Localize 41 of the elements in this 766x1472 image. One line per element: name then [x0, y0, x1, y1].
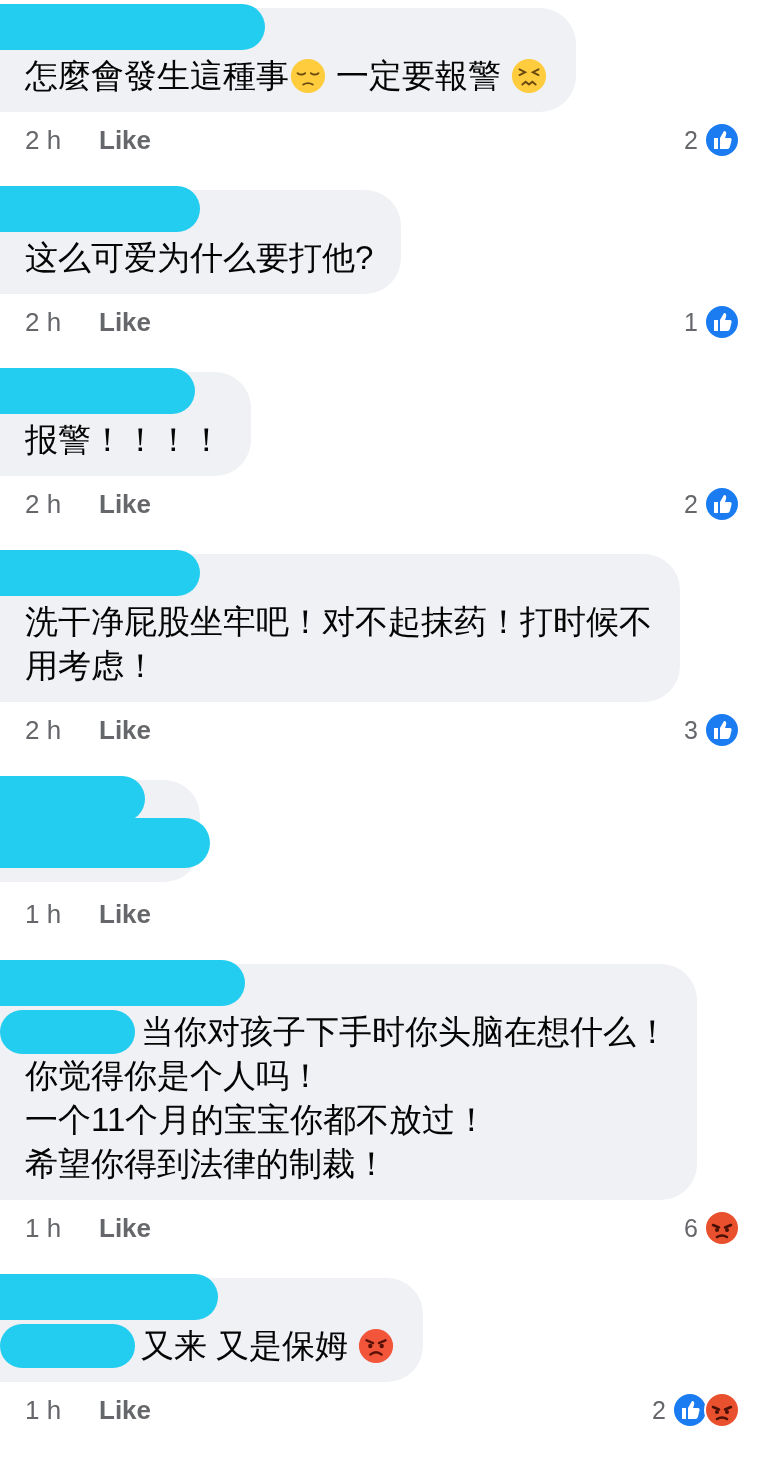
comment-time: 1 h [25, 1212, 63, 1244]
comment-text: 当你对孩子下手时你头脑在想什么！ [141, 1012, 669, 1052]
reaction-count: 6 [684, 1213, 698, 1243]
comment-time: 2 h [25, 714, 63, 746]
reaction-count: 2 [652, 1395, 666, 1425]
reaction-count: 2 [684, 489, 698, 519]
like-link[interactable]: Like [99, 306, 152, 338]
comment-time: 1 h [25, 898, 63, 930]
comment-text: 又来 又是保姆 [141, 1326, 350, 1366]
comment-text: 怎麼會發生這種事 [25, 56, 289, 96]
angry-face-icon [704, 1392, 740, 1428]
comment-text: 报警！！！！ [25, 420, 223, 460]
angry-face-icon [357, 1327, 396, 1365]
like-link[interactable]: Like [99, 488, 152, 520]
reaction-count: 2 [684, 125, 698, 155]
reaction-count: 1 [684, 307, 698, 337]
reaction-count: 3 [684, 715, 698, 745]
comment-text: 用考虑！ [25, 646, 157, 686]
like-link[interactable]: Like [99, 1394, 152, 1426]
comment-text: 洗干净屁股坐牢吧！对不起抹药！打时候不 [25, 602, 652, 642]
like-link[interactable]: Like [99, 124, 152, 156]
like-icon [704, 486, 740, 522]
like-link[interactable]: Like [99, 1212, 152, 1244]
like-icon [704, 712, 740, 748]
like-link[interactable]: Like [99, 714, 152, 746]
comment-time: 2 h [25, 124, 63, 156]
comment-text: 一个11个月的宝宝你都不放过！ [25, 1100, 489, 1140]
comment-time: 2 h [25, 306, 63, 338]
like-icon [672, 1392, 708, 1428]
like-icon [704, 304, 740, 340]
angry-face-icon [704, 1210, 740, 1246]
comment-text: 这么可爱为什么要打他? [25, 238, 374, 278]
like-icon [704, 122, 740, 158]
comment-text: 你觉得你是个人吗！ [25, 1056, 322, 1096]
like-link[interactable]: Like [99, 898, 152, 930]
comment-text: 一定要報警 [335, 56, 503, 96]
comment-text: 希望你得到法律的制裁！ [25, 1144, 388, 1184]
comment-time: 2 h [25, 488, 63, 520]
persevering-face-icon [510, 57, 549, 95]
pensive-face-icon [289, 57, 327, 95]
comment-time: 1 h [25, 1394, 63, 1426]
